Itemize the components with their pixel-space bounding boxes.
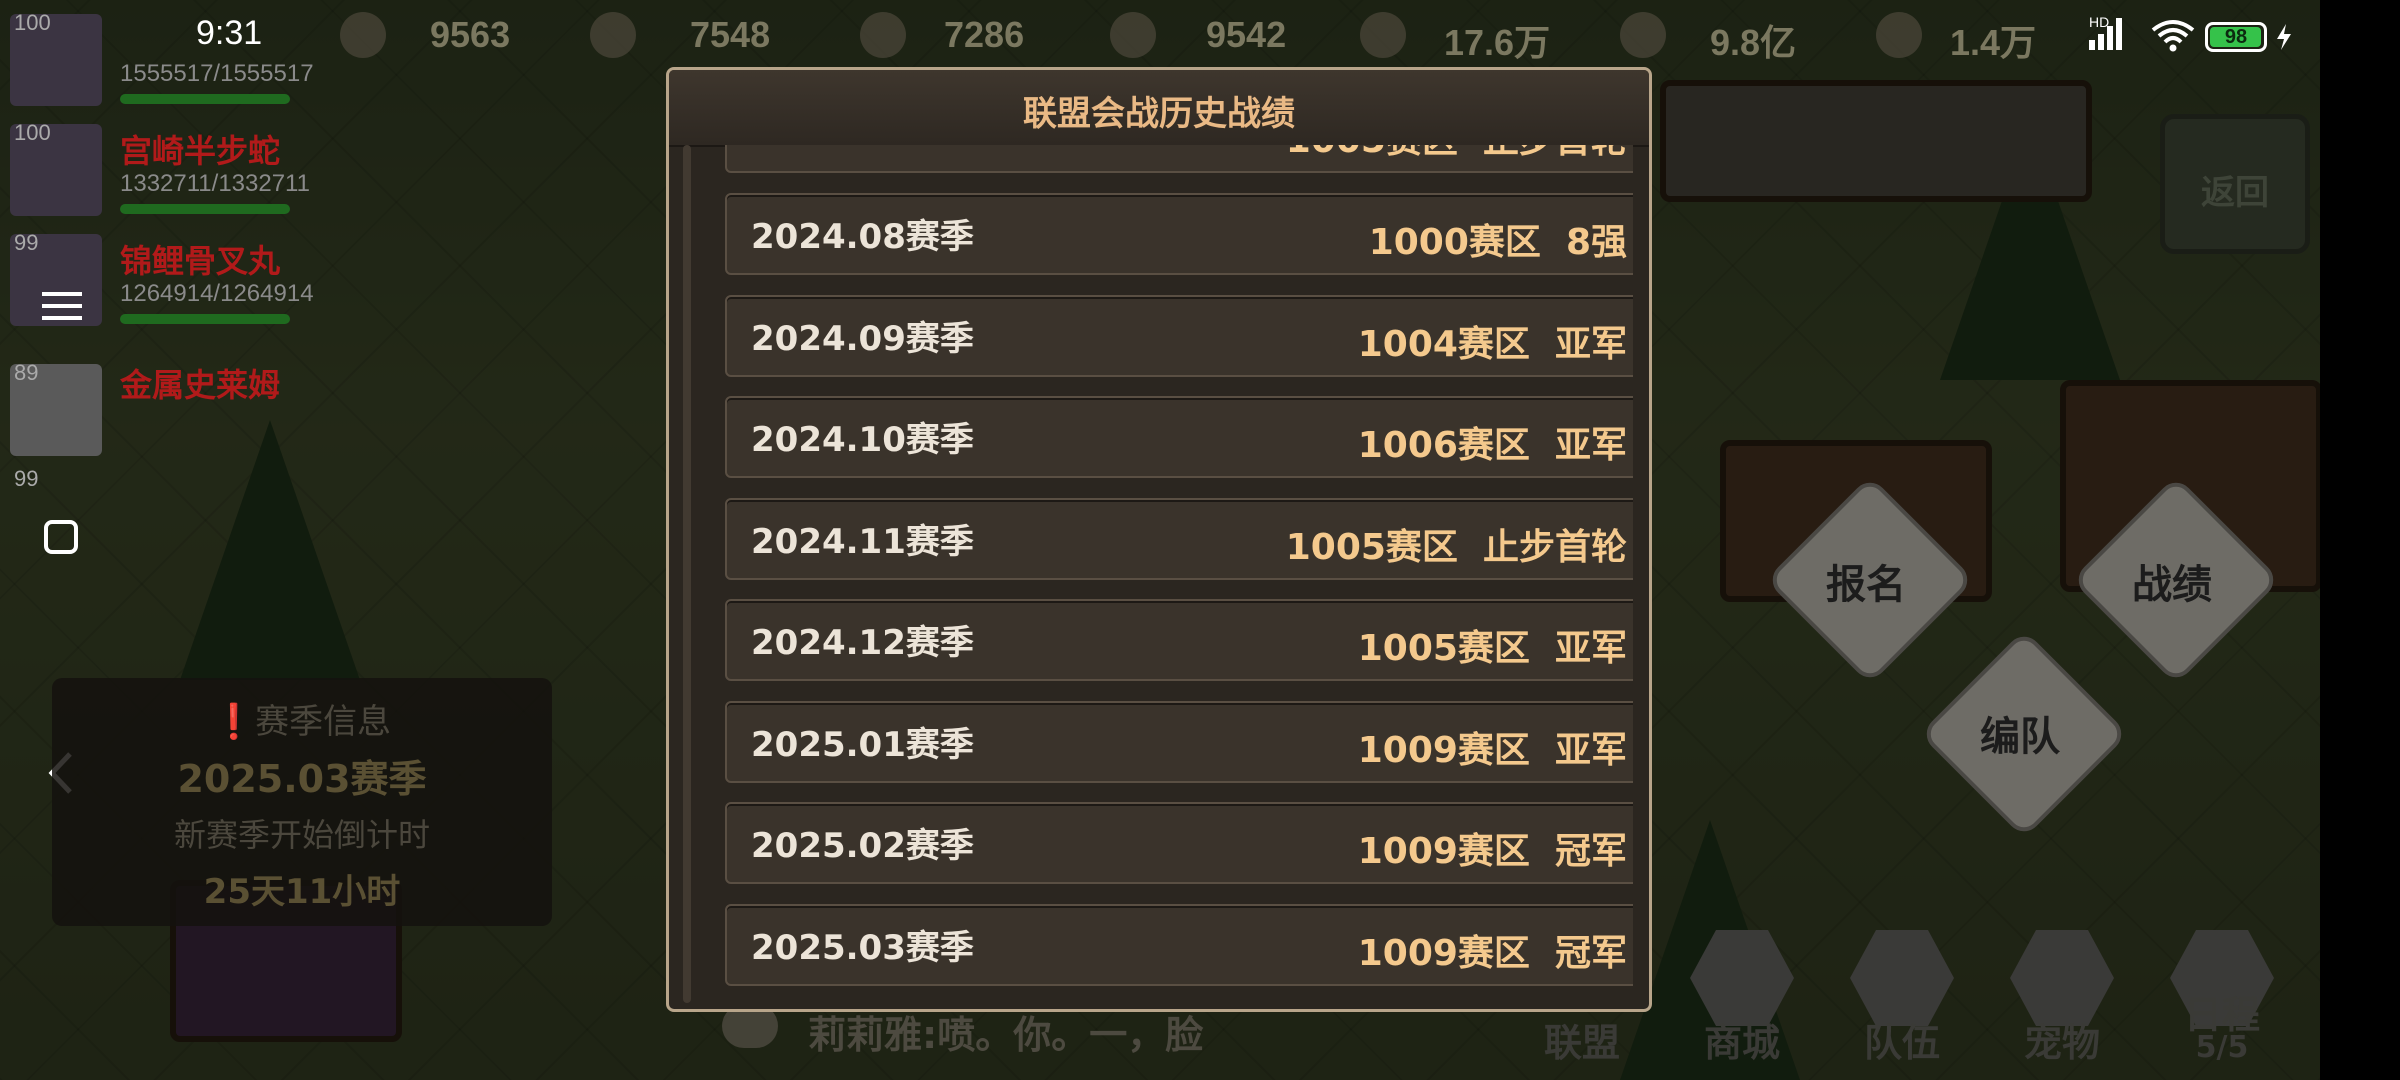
- grain-icon: [1360, 12, 1406, 58]
- record-result: 1006赛区 亚军: [1357, 425, 1627, 466]
- record-result: 1009赛区 亚军: [1357, 730, 1627, 771]
- record-row: 2024.11赛季 1005赛区 止步首轮: [725, 498, 1633, 580]
- resource-grain: 17.6万: [1444, 22, 1551, 63]
- recent-apps-icon[interactable]: [44, 520, 78, 554]
- record-row: 2024.09赛季 1004赛区 亚军: [725, 295, 1633, 377]
- record-result: 1004赛区 亚军: [1357, 324, 1627, 365]
- schedule-count: 5/5: [2195, 1030, 2249, 1065]
- crystal-icon: [860, 12, 906, 58]
- record-season: 2025.03赛季: [751, 928, 974, 968]
- record-row: 2024.08赛季 1000赛区 8强: [725, 193, 1633, 275]
- resource-gold: 9.8亿: [1710, 22, 1797, 63]
- record-row: 2025.02赛季 1009赛区 冠军: [725, 802, 1633, 884]
- charging-icon: [2277, 24, 2291, 50]
- member-hp: 1555517/1555517: [120, 60, 314, 87]
- schedule-button[interactable]: 日程 5/5: [2152, 920, 2292, 1070]
- record-season: 2025.02赛季: [751, 826, 974, 866]
- battery-indicator: 98: [2205, 22, 2267, 52]
- hp-bar: [120, 204, 290, 214]
- team-member-card[interactable]: 89 金属史莱姆: [0, 356, 400, 466]
- back-button[interactable]: 返回: [2160, 114, 2310, 254]
- member-level: 100: [14, 120, 51, 145]
- record-row: 2025.01赛季 1009赛区 亚军: [725, 701, 1633, 783]
- record-result: 1005赛区 亚军: [1357, 628, 1627, 669]
- record-season: 2025.01赛季: [751, 725, 974, 765]
- scrollbar[interactable]: [683, 145, 691, 1003]
- team-member-card[interactable]: 100 1555517/1555517: [0, 6, 400, 116]
- dialog-title: 联盟会战历史战绩: [1023, 94, 1295, 134]
- formation-label: 编队: [1980, 714, 2060, 760]
- record-season: 2024.11赛季: [751, 522, 974, 562]
- record-row: 2025.03赛季 1009赛区 冠军: [725, 904, 1633, 986]
- team-member-card[interactable]: 100 宫崎半步蛇 1332711/1332711: [0, 116, 400, 226]
- signup-label: 报名: [1826, 562, 1906, 608]
- member-level: 99: [14, 230, 39, 255]
- current-season: 2025.03赛季: [177, 757, 427, 801]
- team-button[interactable]: 队伍: [1832, 920, 1972, 1070]
- record-row: 1005赛区 止步首轮: [725, 145, 1633, 173]
- menu-icon[interactable]: [42, 286, 82, 326]
- member-level: 100: [14, 10, 51, 35]
- resource-ore: 7548: [690, 14, 771, 55]
- record-result: 1005赛区 止步首轮: [1286, 145, 1627, 163]
- season-info-panel: ❗赛季信息 2025.03赛季 新赛季开始倒计时 25天11小时: [52, 678, 552, 926]
- countdown-value: 25天11小时: [203, 872, 401, 912]
- member-name: 宫崎半步蛇: [120, 132, 281, 170]
- resource-crystal: 7286: [944, 14, 1025, 55]
- member-level: 99: [14, 466, 39, 491]
- member-name: 金属史莱姆: [120, 366, 281, 404]
- wifi-icon: [2151, 20, 2195, 52]
- resource-stone: 9563: [430, 14, 511, 55]
- record-list[interactable]: 1005赛区 止步首轮 2024.08赛季 1000赛区 8强 2024.09赛…: [683, 145, 1633, 1003]
- signal-icon: [2089, 18, 2123, 50]
- record-label: 战绩: [2132, 562, 2212, 608]
- history-record-dialog: 联盟会战历史战绩 1005赛区 止步首轮 2024.08赛季 1000赛区 8强…: [666, 67, 1652, 1012]
- dialog-header: 联盟会战历史战绩: [669, 70, 1649, 147]
- ore-icon: [590, 12, 636, 58]
- resource-wood: 9542: [1206, 14, 1287, 55]
- wood-icon: [1110, 12, 1156, 58]
- member-hp: 1332711/1332711: [120, 170, 310, 197]
- member-name: 锦鲤骨叉丸: [120, 242, 281, 280]
- record-season: 2024.10赛季: [751, 420, 974, 460]
- shop-button[interactable]: 商城: [1672, 920, 1812, 1070]
- hp-bar: [120, 314, 290, 324]
- team-member-card[interactable]: 99: [0, 462, 400, 572]
- pet-label: 宠物: [2023, 1021, 2100, 1065]
- warning-icon: ❗: [212, 702, 256, 742]
- team-label: 队伍: [1863, 1021, 1940, 1065]
- record-row: 2024.10赛季 1006赛区 亚军: [725, 396, 1633, 478]
- record-season: 2024.09赛季: [751, 319, 974, 359]
- shop-label: 商城: [1703, 1021, 1780, 1065]
- battery-percent: 98: [2224, 26, 2248, 48]
- season-info-title: ❗赛季信息: [212, 702, 392, 742]
- record-result: 1009赛区 冠军: [1357, 933, 1627, 974]
- countdown-label: 新赛季开始倒计时: [173, 816, 430, 854]
- resource-diamond: 1.4万: [1950, 22, 2037, 63]
- member-level: 89: [14, 360, 39, 385]
- record-result: 1000赛区 8强: [1368, 222, 1627, 263]
- alliance-label: 联盟: [1543, 1021, 1620, 1065]
- screen-edge: [2320, 0, 2400, 1080]
- hp-bar: [120, 94, 290, 104]
- diamond-icon: [1876, 12, 1922, 58]
- record-row: 2024.12赛季 1005赛区 亚军: [725, 599, 1633, 681]
- back-button-label: 返回: [2201, 173, 2269, 213]
- chat-message[interactable]: 莉莉雅:喷。你。一，脸: [808, 1004, 1203, 1059]
- pet-button[interactable]: 宠物: [1992, 920, 2132, 1070]
- record-result: 1009赛区 冠军: [1357, 831, 1627, 872]
- record-season: 2024.08赛季: [751, 217, 974, 257]
- record-result: 1005赛区 止步首轮: [1285, 527, 1627, 568]
- gold-coin-icon: [1620, 12, 1666, 58]
- member-hp: 1264914/1264914: [120, 280, 314, 307]
- record-season: 2024.12赛季: [751, 623, 974, 663]
